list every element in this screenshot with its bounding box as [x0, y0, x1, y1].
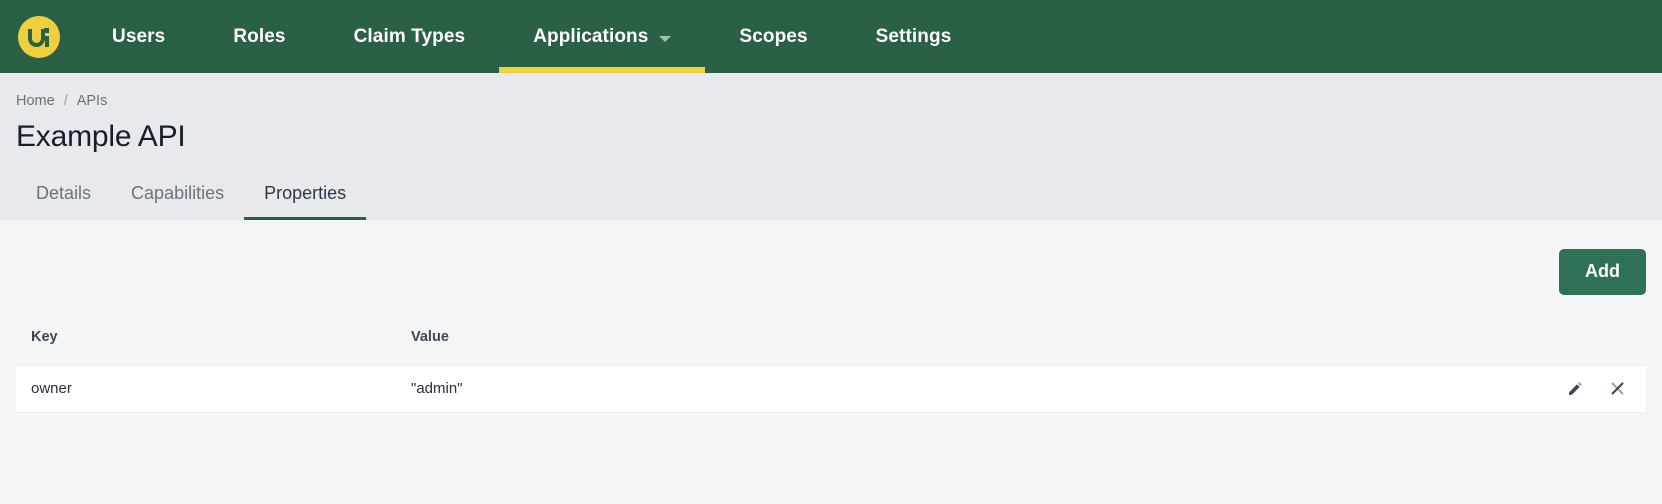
properties-table: Key Value owner "admin"	[16, 322, 1646, 413]
cell-key: owner	[31, 380, 72, 398]
nav-item-label: Roles	[233, 25, 286, 47]
logo-u-shape	[28, 28, 45, 47]
table-header-row: Key Value	[16, 322, 1646, 352]
top-navigation-bar: Users Roles Claim Types Applications Scopes S…	[0, 0, 1662, 73]
tab-details[interactable]: Details	[16, 172, 111, 220]
tab-properties[interactable]: Properties	[244, 172, 367, 220]
nav-item-settings[interactable]: Settings	[842, 0, 986, 73]
breadcrumb: Home / APIs	[16, 73, 1646, 109]
chevron-down-icon	[659, 35, 672, 42]
nav-item-list: Users Roles Claim Types Applications Scopes S…	[78, 0, 985, 73]
page-title: Example API	[16, 120, 186, 153]
nav-item-label: Settings	[875, 25, 952, 47]
delete-icon[interactable]	[1607, 379, 1627, 399]
ui-logo-icon	[18, 15, 60, 58]
table-row: owner "admin"	[16, 364, 1646, 413]
row-actions	[1521, 379, 1631, 399]
brand-logo-link[interactable]	[0, 0, 78, 73]
logo-dot-shape	[44, 27, 49, 33]
logo-stem-shape	[44, 35, 49, 47]
nav-item-claim-types[interactable]: Claim Types	[320, 0, 500, 73]
tab-capabilities[interactable]: Capabilities	[111, 172, 244, 220]
tab-label: Properties	[264, 183, 347, 203]
properties-panel: Add Key Value owner "admin"	[0, 220, 1662, 504]
page-header: Home / APIs Example API Details Capabilit…	[0, 73, 1662, 220]
tab-bar: Details Capabilities Properties	[16, 172, 367, 220]
nav-item-scopes[interactable]: Scopes	[705, 0, 841, 73]
column-header-key: Key	[31, 328, 58, 345]
breadcrumb-item-apis[interactable]: APIs	[77, 93, 108, 109]
edit-icon[interactable]	[1565, 379, 1585, 399]
table-toolbar: Add	[16, 220, 1646, 295]
nav-item-applications[interactable]: Applications	[499, 0, 706, 73]
nav-item-users[interactable]: Users	[78, 0, 199, 73]
breadcrumb-separator: /	[63, 93, 68, 109]
add-property-button[interactable]: Add	[1559, 249, 1646, 295]
nav-item-roles[interactable]: Roles	[199, 0, 319, 73]
nav-item-label: Users	[112, 25, 166, 47]
column-header-value: Value	[411, 328, 449, 345]
breadcrumb-item-home[interactable]: Home	[16, 93, 55, 109]
tab-label: Capabilities	[131, 183, 225, 203]
nav-item-label: Claim Types	[353, 25, 466, 47]
nav-item-label: Scopes	[739, 25, 808, 47]
nav-item-label: Applications	[533, 25, 649, 47]
cell-value: "admin"	[411, 380, 463, 398]
tab-label: Details	[36, 183, 92, 203]
